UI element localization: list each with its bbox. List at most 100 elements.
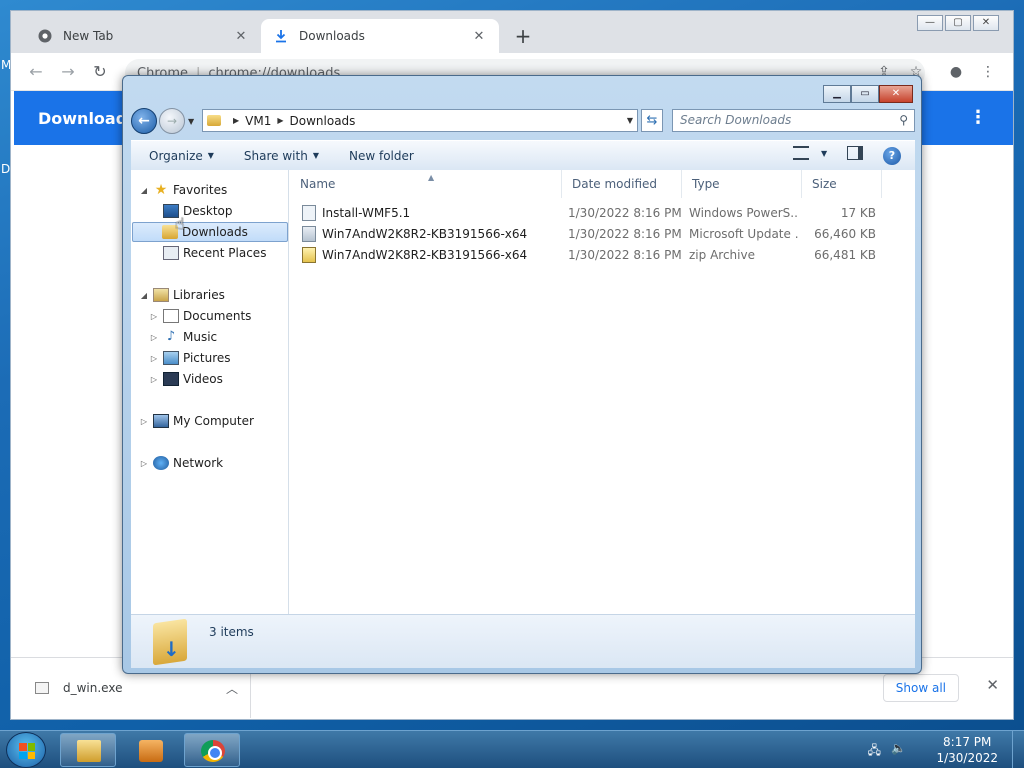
star-icon: ★ (154, 182, 168, 198)
recent-places-icon (163, 246, 179, 260)
nav-videos[interactable]: ▷ Videos (149, 369, 223, 389)
change-view-button[interactable]: ▼ (793, 146, 827, 160)
file-name: Win7AndW2K8R2-KB3191566-x64 (322, 248, 528, 262)
refresh-icon[interactable]: ⇆ (641, 109, 663, 132)
address-bar[interactable]: ▶ VM1 ▶ Downloads ▼ (202, 109, 638, 132)
view-list-icon (793, 146, 809, 160)
back-arrow-icon[interactable]: ← (25, 61, 47, 83)
nav-label: Network (173, 456, 224, 470)
help-icon: ? (883, 147, 901, 165)
nav-favorites[interactable]: ◢ ★ Favorites (139, 180, 227, 200)
show-desktop-button[interactable] (1012, 731, 1024, 768)
reload-icon[interactable]: ↻ (89, 61, 111, 83)
start-button[interactable] (6, 732, 46, 768)
taskbar-chrome-button[interactable] (184, 733, 240, 767)
chevron-up-icon[interactable]: ︿ (226, 680, 250, 697)
nav-recent-places[interactable]: Recent Places (159, 243, 266, 263)
file-row[interactable]: Win7AndW2K8R2-KB3191566-x64 1/30/2022 8:… (302, 224, 882, 244)
close-tab-icon[interactable]: ✕ (471, 29, 487, 44)
column-label: Type (692, 177, 720, 191)
close-icon[interactable]: ✕ (879, 85, 913, 103)
volume-icon[interactable]: 🔈 (891, 741, 906, 762)
new-folder-label: New folder (348, 148, 414, 163)
nav-label: Videos (183, 372, 223, 386)
network-icon (153, 456, 169, 470)
file-date: 1/30/2022 8:16 PM (568, 206, 682, 220)
update-package-icon (302, 226, 316, 242)
download-icon (273, 28, 289, 44)
taskbar-explorer-button[interactable] (60, 733, 116, 767)
expand-arrow-icon[interactable]: ◢ (139, 186, 149, 195)
file-row[interactable]: Win7AndW2K8R2-KB3191566-x64 1/30/2022 8:… (302, 245, 882, 265)
breadcrumb-item[interactable]: VM1 (245, 114, 271, 128)
clock[interactable]: 8:17 PM 1/30/2022 (936, 734, 998, 766)
taskbar-media-player-button[interactable] (122, 733, 178, 767)
organize-button[interactable]: Organize ▼ (149, 149, 214, 163)
expand-arrow-icon[interactable]: ▷ (149, 375, 159, 384)
nav-libraries[interactable]: ◢ Libraries (139, 285, 225, 305)
expand-arrow-icon[interactable]: ▷ (139, 459, 149, 468)
column-header-type[interactable]: Type (682, 170, 802, 198)
network-tray-icon[interactable]: 🖧 (868, 741, 881, 762)
file-date: 1/30/2022 8:16 PM (568, 248, 682, 262)
menu-kebab-icon[interactable]: ⋮ (977, 61, 999, 83)
nav-music[interactable]: ▷ ♪ Music (149, 327, 217, 347)
expand-arrow-icon[interactable]: ▷ (149, 354, 159, 363)
nav-pictures[interactable]: ▷ Pictures (149, 348, 231, 368)
show-all-button[interactable]: Show all (882, 674, 959, 702)
explorer-nav-buttons: ← → ▼ (131, 108, 194, 134)
column-header-date-modified[interactable]: Date modified (562, 170, 682, 198)
expand-arrow-icon[interactable]: ◢ (139, 291, 149, 300)
search-input[interactable]: Search Downloads ⚲ (672, 109, 915, 132)
back-arrow-icon[interactable]: ← (131, 108, 157, 134)
nav-downloads[interactable]: Downloads (132, 222, 288, 242)
nav-label: Downloads (182, 225, 248, 239)
new-tab-button[interactable]: + (511, 25, 535, 49)
minimize-icon[interactable]: ▁ (823, 85, 851, 103)
address-dropdown-icon[interactable]: ▼ (623, 116, 637, 125)
nav-desktop[interactable]: Desktop (159, 201, 233, 221)
expand-arrow-icon[interactable]: ▷ (139, 417, 149, 426)
forward-arrow-icon[interactable]: → (57, 61, 79, 83)
share-with-label: Share with (243, 148, 308, 163)
new-folder-button[interactable]: New folder (349, 149, 414, 163)
file-size: 17 KB (840, 206, 876, 220)
forward-arrow-icon[interactable]: → (159, 108, 185, 134)
details-pane: ↓ 3 items (131, 614, 915, 668)
profile-icon[interactable]: ● (945, 61, 967, 83)
column-header-name[interactable]: Name ▲ (290, 170, 562, 198)
hand-cursor-icon: ☝ (175, 214, 185, 233)
maximize-icon[interactable]: ▢ (945, 15, 971, 31)
expand-arrow-icon[interactable]: ▷ (149, 312, 159, 321)
minimize-icon[interactable]: — (917, 15, 943, 31)
nav-my-computer[interactable]: ▷ My Computer (139, 411, 254, 431)
nav-documents[interactable]: ▷ Documents (149, 306, 251, 326)
nav-network[interactable]: ▷ Network (139, 453, 223, 473)
close-icon[interactable]: ✕ (973, 15, 999, 31)
nav-label: Documents (183, 309, 252, 323)
help-button[interactable]: ? (883, 147, 901, 165)
tab-downloads[interactable]: Downloads ✕ (261, 19, 499, 53)
tab-new-tab[interactable]: New Tab ✕ (25, 19, 261, 53)
preview-pane-icon (847, 146, 863, 160)
breadcrumb-separator-icon[interactable]: ▶ (277, 116, 283, 125)
recent-pages-dropdown-icon[interactable]: ▼ (188, 117, 194, 126)
close-tab-icon[interactable]: ✕ (233, 29, 249, 44)
search-icon: ⚲ (899, 113, 908, 127)
libraries-icon (153, 288, 169, 302)
system-tray: 🖧 🔈 (858, 741, 906, 762)
column-header-size[interactable]: Size (802, 170, 882, 198)
breadcrumb-separator-icon[interactable]: ▶ (233, 116, 239, 125)
more-actions-icon[interactable]: ⋮ (969, 107, 987, 128)
maximize-icon[interactable]: ▭ (851, 85, 879, 103)
file-row[interactable]: Install-WMF5.1 1/30/2022 8:16 PM Windows… (302, 203, 882, 223)
expand-arrow-icon[interactable]: ▷ (149, 333, 159, 342)
nav-label: Desktop (183, 204, 233, 218)
close-shelf-icon[interactable]: ✕ (986, 676, 999, 694)
breadcrumb-item[interactable]: Downloads (290, 114, 356, 128)
share-with-button[interactable]: Share with ▼ (244, 149, 319, 163)
command-bar: Organize ▼ Share with ▼ New folder ▼ ? (131, 140, 915, 170)
column-label: Size (812, 177, 837, 191)
explorer-window-controls: ▁ ▭ ✕ (823, 85, 913, 103)
preview-pane-button[interactable] (847, 146, 863, 160)
